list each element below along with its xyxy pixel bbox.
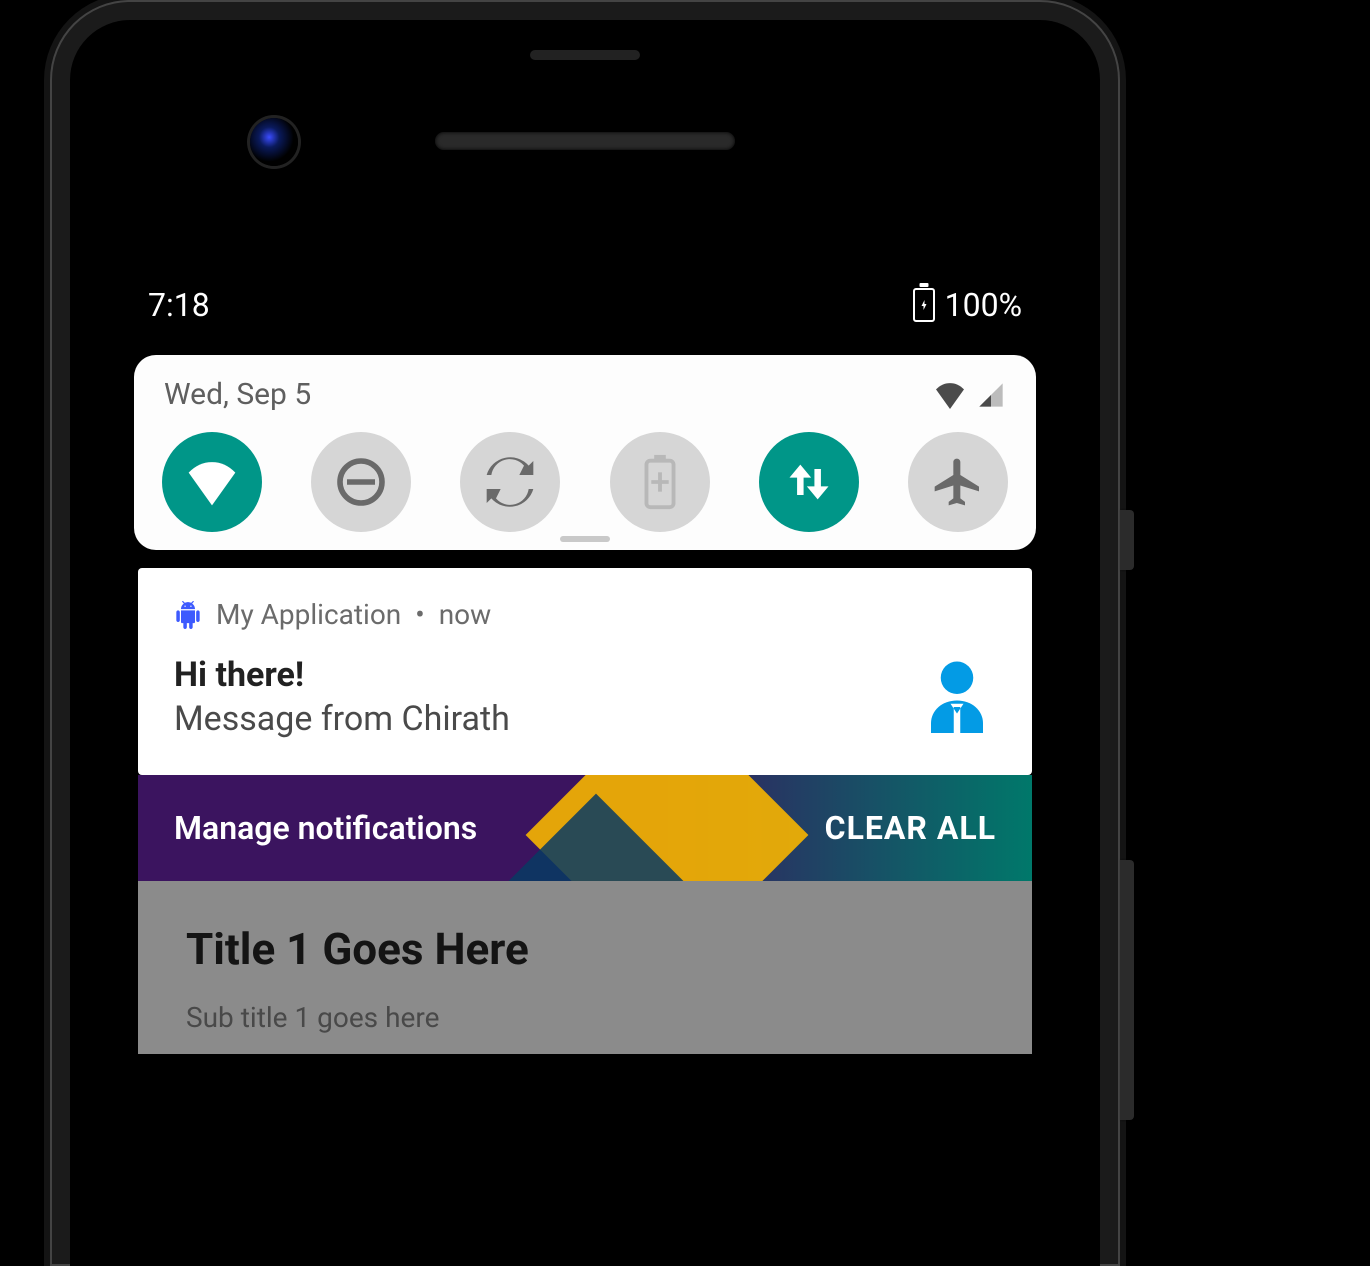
qs-tile-mobile-data[interactable]: [759, 432, 859, 532]
notification-footer: Manage notifications CLEAR ALL: [138, 775, 1032, 881]
notification-title: Hi there!: [174, 655, 510, 695]
qs-tile-dnd[interactable]: [311, 432, 411, 532]
person-icon: [918, 655, 996, 733]
manage-notifications-button[interactable]: Manage notifications: [174, 809, 477, 847]
app-icon: [174, 601, 202, 629]
battery-percentage: 100%: [945, 286, 1022, 324]
dimmed-subtitle: Sub title 1 goes here: [186, 1001, 984, 1034]
qs-drag-handle[interactable]: [560, 536, 610, 542]
data-arrows-icon: [783, 456, 835, 508]
notification-text-block: Hi there! Message from Chirath: [174, 655, 510, 739]
clear-all-button[interactable]: CLEAR ALL: [825, 809, 996, 847]
status-right: 100%: [913, 286, 1022, 324]
device-screen: 7:18 100% Wed, Sep 5: [130, 260, 1040, 1266]
notification-separator: •: [415, 598, 424, 631]
device-front-camera: [250, 118, 298, 166]
notification-app-name: My Application: [216, 598, 401, 631]
quick-settings-tiles: [158, 432, 1012, 538]
dimmed-app-content: Title 1 Goes Here Sub title 1 goes here: [138, 881, 1032, 1054]
phone-frame: 7:18 100% Wed, Sep 5: [50, 0, 1120, 1266]
device-power-button: [1120, 510, 1134, 570]
battery-charging-icon: [913, 288, 935, 322]
cellular-status-icon: [976, 381, 1006, 409]
notification-text: Message from Chirath: [174, 699, 510, 739]
status-clock: 7:18: [148, 286, 210, 324]
notification-card[interactable]: My Application • now Hi there! Message f…: [138, 568, 1032, 775]
qs-tile-airplane[interactable]: [908, 432, 1008, 532]
dimmed-background: Title 1 Goes Here Sub title 1 goes here: [130, 881, 1040, 1054]
notification-time: now: [439, 598, 491, 631]
airplane-icon: [930, 454, 986, 510]
device-earpiece: [435, 132, 735, 150]
phone-body: 7:18 100% Wed, Sep 5: [70, 20, 1100, 1266]
autorotate-icon: [482, 454, 538, 510]
quick-settings-header: Wed, Sep 5: [164, 377, 1006, 412]
device-volume-button: [1120, 860, 1134, 1120]
qs-tile-wifi[interactable]: [162, 432, 262, 532]
qs-tile-autorotate[interactable]: [460, 432, 560, 532]
wifi-icon: [184, 458, 240, 506]
dimmed-title: Title 1 Goes Here: [186, 923, 984, 975]
battery-saver-icon: [640, 453, 680, 511]
qs-tile-battery-saver[interactable]: [610, 432, 710, 532]
qs-date: Wed, Sep 5: [164, 377, 311, 412]
quick-settings-panel[interactable]: Wed, Sep 5: [134, 355, 1036, 550]
device-ambient-slot: [530, 50, 640, 60]
notification-header: My Application • now: [174, 598, 996, 631]
dnd-icon: [333, 454, 389, 510]
wifi-status-icon: [932, 381, 968, 409]
status-bar: 7:18 100%: [130, 260, 1040, 350]
